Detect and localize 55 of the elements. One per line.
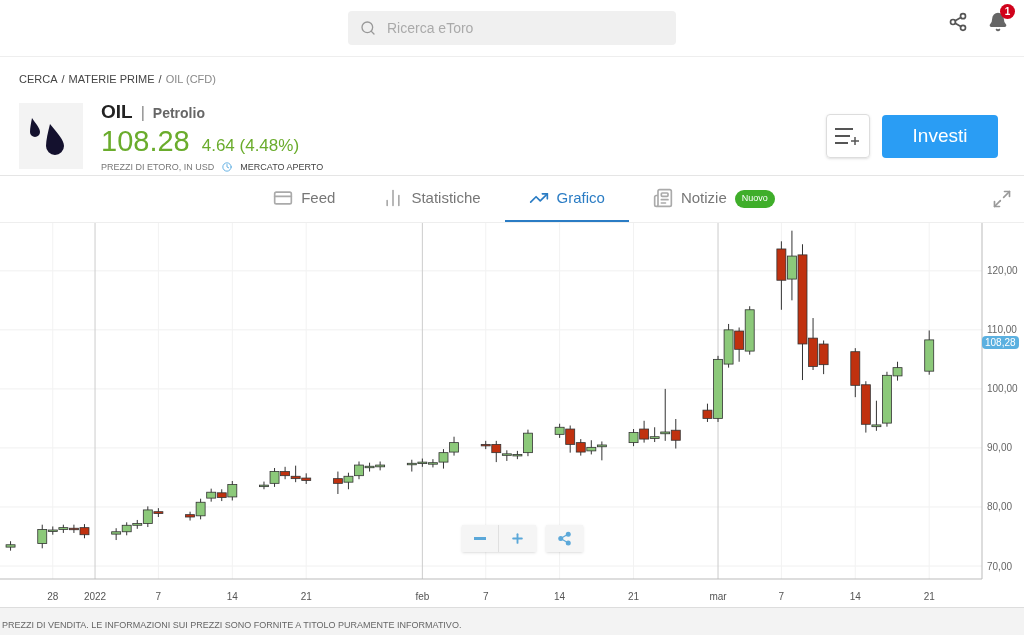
y-axis-label: 110,00 — [987, 323, 1017, 338]
price-change: 4.64 (4.48%) — [201, 136, 300, 154]
x-axis-label: 2022 — [83, 589, 107, 604]
breadcrumb-separator: / — [61, 72, 65, 87]
x-axis-label: 7 — [482, 589, 489, 604]
oil-drops-logo — [19, 103, 83, 169]
candlestick — [523, 428, 533, 457]
x-axis-label: 21 — [628, 589, 640, 604]
notification-count: 1 — [1000, 4, 1015, 19]
watchlist-add-button[interactable] — [826, 114, 870, 158]
breadcrumb-separator: / — [158, 72, 162, 87]
plus-icon — [510, 530, 525, 546]
search-field[interactable]: Ricerca eToro — [348, 11, 676, 45]
y-axis-label: 120,00 — [987, 264, 1018, 279]
search-icon — [360, 20, 376, 36]
x-axis-label: feb — [415, 589, 430, 604]
price-note: PREZZI DI ETORO, IN USD — [101, 160, 215, 174]
market-status: MERCATO APERTO — [240, 160, 324, 174]
list-plus-icon — [835, 127, 861, 145]
title-divider: | — [140, 103, 145, 123]
x-axis-label: 14 — [226, 589, 238, 604]
x-axis-label: 28 — [47, 589, 59, 604]
share-chart-button[interactable] — [546, 524, 583, 552]
instrument-symbol: OIL — [101, 100, 133, 124]
clock-icon — [222, 162, 233, 173]
current-price-tag: 108,28 — [982, 335, 1019, 349]
feed-tab-icon — [273, 188, 294, 208]
new-badge: Nuovo — [734, 190, 775, 208]
tab[interactable]: Grafico — [504, 176, 629, 222]
breadcrumb-link[interactable]: MATERIE PRIME — [68, 71, 155, 88]
x-axis-label: 7 — [155, 589, 162, 604]
news-tab-icon — [652, 188, 673, 208]
y-axis-label: 70,00 — [987, 559, 1013, 574]
y-axis-label: 90,00 — [987, 441, 1013, 456]
invest-button[interactable]: Investi — [882, 114, 998, 158]
price: 108.28 — [101, 126, 190, 156]
x-axis-label: mar — [709, 589, 727, 604]
x-axis-label: 14 — [849, 589, 861, 604]
footer-disclaimer: PREZZI DI VENDITA. LE INFORMAZIONI SUI PREZZI SONO FORNITE A TITOLO PURAMENTE INFORMATIVO. — [2, 619, 462, 630]
x-axis-label: 7 — [778, 589, 785, 604]
x-axis-label: 21 — [300, 589, 312, 604]
share-icon[interactable] — [948, 12, 968, 32]
breadcrumb-link[interactable]: CERCA — [19, 71, 58, 88]
share-icon — [557, 530, 572, 546]
tab[interactable]: Feed — [249, 176, 360, 222]
x-axis-label: 21 — [923, 589, 935, 604]
x-axis-label: 14 — [554, 589, 566, 604]
candlestick — [259, 480, 269, 490]
fullscreen-icon[interactable] — [992, 188, 1012, 209]
instrument-name: Petrolio — [152, 104, 205, 123]
candlestick — [596, 440, 607, 461]
minus-icon — [474, 536, 486, 540]
tab[interactable]: Statistiche — [359, 176, 505, 222]
y-axis-label: 80,00 — [987, 500, 1013, 515]
y-axis-label: 100,00 — [987, 382, 1018, 397]
